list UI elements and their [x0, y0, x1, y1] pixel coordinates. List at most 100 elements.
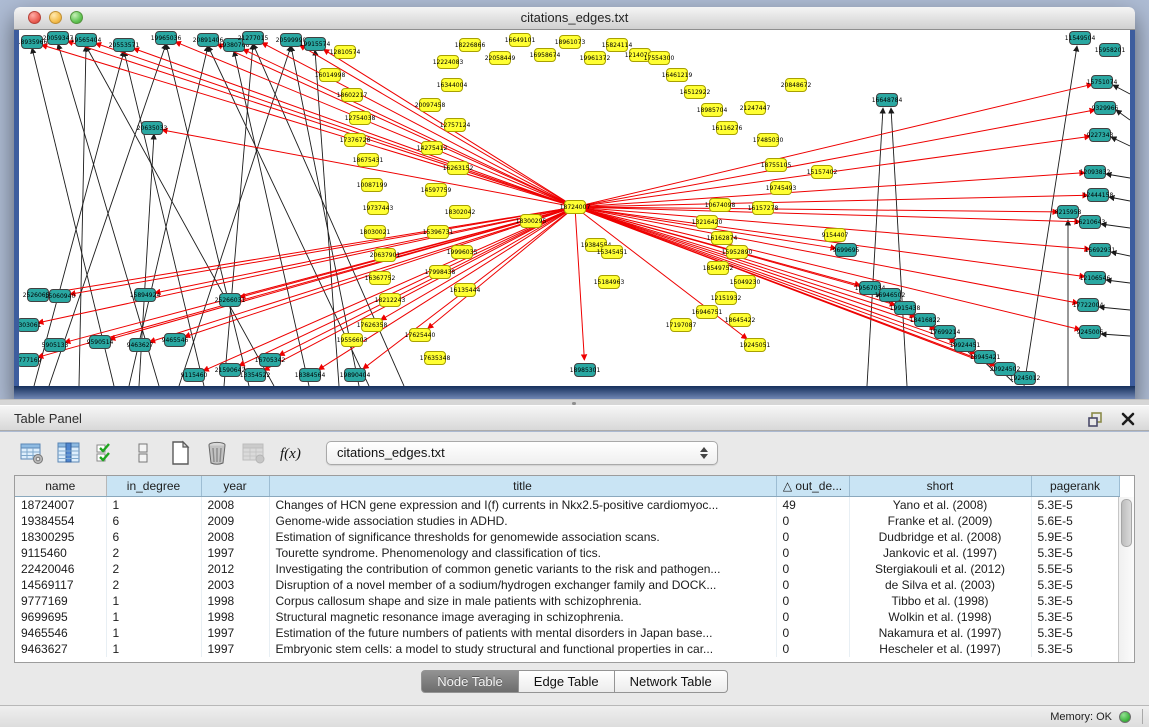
graph-node[interactable]: 11549504	[1065, 32, 1096, 45]
graph-node[interactable]: 12224083	[433, 56, 464, 69]
graph-node[interactable]: 15958201	[1095, 44, 1126, 57]
graph-node[interactable]: 16648784	[872, 94, 903, 107]
table-cell[interactable]: 1	[106, 625, 201, 641]
graph-node[interactable]: 18416822	[910, 314, 941, 327]
graph-node[interactable]: 18985301	[570, 364, 601, 377]
table-cell[interactable]: 5.5E-5	[1031, 561, 1119, 577]
tab-network-table[interactable]: Network Table	[615, 670, 728, 693]
graph-node[interactable]: 9227343	[1087, 129, 1114, 142]
graph-node[interactable]: 16705342	[255, 354, 286, 367]
graph-node[interactable]: 9463627	[127, 339, 154, 352]
table-cell[interactable]: 18300295	[15, 529, 106, 545]
graph-edge[interactable]	[234, 51, 309, 386]
table-cell[interactable]: 1997	[201, 641, 269, 657]
graph-node[interactable]: 17722004	[1073, 299, 1104, 312]
show-columns-button[interactable]	[55, 438, 83, 468]
table-cell[interactable]: Stergiakouli et al. (2012)	[849, 561, 1031, 577]
graph-node[interactable]: 20637901	[370, 249, 401, 262]
graph-node[interactable]: 18602217	[337, 89, 368, 102]
graph-node[interactable]: 15692931	[1085, 244, 1116, 257]
table-cell[interactable]: 5.3E-5	[1031, 577, 1119, 593]
table-cell[interactable]: 9463627	[15, 641, 106, 657]
graph-node[interactable]: 16461219	[662, 69, 693, 82]
table-cell[interactable]: 2008	[201, 497, 269, 514]
table-cell[interactable]: Corpus callosum shape and size in male p…	[269, 593, 776, 609]
table-cell[interactable]: 9777169	[15, 593, 106, 609]
table-cell[interactable]: Genome-wide association studies in ADHD.	[269, 513, 776, 529]
graph-node[interactable]: 12444158	[1083, 189, 1114, 202]
graph-node[interactable]: 15157402	[807, 166, 838, 179]
graph-edge[interactable]	[575, 110, 1095, 207]
delete-column-button[interactable]	[203, 438, 231, 468]
graph-node[interactable]: 18945421	[970, 351, 1001, 364]
table-cell[interactable]: 2	[106, 545, 201, 561]
graph-node[interactable]: 20097458	[415, 99, 446, 112]
graph-edge[interactable]	[264, 207, 575, 370]
table-cell[interactable]: 0	[776, 593, 849, 609]
table-cell[interactable]: 1998	[201, 609, 269, 625]
graph-node[interactable]: 19565404	[71, 34, 102, 47]
column-header-in-degree[interactable]: in_degree	[106, 476, 201, 497]
graph-node[interactable]: 19245012	[1010, 372, 1041, 385]
column-header-short[interactable]: short	[849, 476, 1031, 497]
graph-node[interactable]: 19915574	[300, 38, 331, 51]
table-cell[interactable]: 5.3E-5	[1031, 545, 1119, 561]
graph-node[interactable]: 9154407	[822, 229, 849, 242]
graph-node[interactable]: 12757124	[440, 119, 471, 132]
table-row[interactable]: 1938455462009Genome-wide association stu…	[15, 513, 1119, 529]
table-cell[interactable]: 18724007	[15, 497, 106, 514]
graph-node[interactable]: 15060940	[45, 290, 76, 303]
table-cell[interactable]: Estimation of the future numbers of pati…	[269, 625, 776, 641]
graph-node[interactable]: 12106546	[1080, 272, 1111, 285]
graph-node[interactable]: 10674098	[705, 199, 736, 212]
graph-node[interactable]: 9465546	[162, 334, 189, 347]
graph-edge[interactable]	[1113, 85, 1130, 94]
graph-edge[interactable]	[49, 44, 166, 386]
network-graph[interactable]: 1872400712810574160149981860221712754038…	[19, 30, 1130, 386]
graph-node[interactable]: 17626358	[357, 319, 388, 332]
function-builder-button[interactable]: f(x)	[277, 438, 305, 468]
table-cell[interactable]: Nakamura et al. (1997)	[849, 625, 1031, 641]
graph-node[interactable]: 20553571	[109, 39, 140, 52]
graph-node[interactable]: 18675431	[353, 154, 384, 167]
graph-edge[interactable]	[243, 49, 575, 207]
graph-edge[interactable]	[58, 44, 159, 386]
table-scrollbar-thumb[interactable]	[1121, 499, 1132, 547]
table-settings-button[interactable]	[18, 438, 46, 468]
graph-node[interactable]: 12093832	[1080, 166, 1111, 179]
graph-edge[interactable]	[575, 207, 956, 342]
graph-node[interactable]: 17699214	[930, 326, 961, 339]
graph-edge[interactable]	[262, 43, 575, 207]
table-cell[interactable]: 2012	[201, 561, 269, 577]
table-cell[interactable]: 0	[776, 561, 849, 577]
table-cell[interactable]: 0	[776, 545, 849, 561]
table-cell[interactable]: Estimation of significance thresholds fo…	[269, 529, 776, 545]
graph-edge[interactable]	[38, 207, 575, 323]
graph-node[interactable]: 22058449	[485, 52, 516, 65]
table-row[interactable]: 1830029562008Estimation of significance …	[15, 529, 1119, 545]
minimize-window-button[interactable]	[49, 11, 62, 24]
table-cell[interactable]: 2009	[201, 513, 269, 529]
table-cell[interactable]: 6	[106, 529, 201, 545]
column-header-title[interactable]: title	[269, 476, 776, 497]
graph-edge[interactable]	[1101, 224, 1130, 228]
graph-edge[interactable]	[34, 51, 124, 386]
graph-node[interactable]: 16367752	[365, 272, 396, 285]
table-cell[interactable]: Hescheler et al. (1997)	[849, 641, 1031, 657]
graph-node[interactable]: 18755105	[761, 159, 792, 172]
graph-node[interactable]: 16135444	[450, 284, 481, 297]
graph-node[interactable]: 21247447	[740, 102, 771, 115]
graph-node[interactable]: 9245006	[1077, 326, 1104, 339]
graph-edge[interactable]	[575, 207, 976, 354]
table-cell[interactable]: Changes of HCN gene expression and I(f) …	[269, 497, 776, 514]
graph-node[interactable]: 12810574	[330, 46, 361, 59]
graph-node[interactable]: 16210643	[1075, 216, 1106, 229]
table-cell[interactable]: Tourette syndrome. Phenomenology and cla…	[269, 545, 776, 561]
table-cell[interactable]: Investigating the contribution of common…	[269, 561, 776, 577]
graph-edge[interactable]	[42, 45, 575, 207]
table-cell[interactable]: 0	[776, 577, 849, 593]
table-cell[interactable]: 1	[106, 609, 201, 625]
graph-edge[interactable]	[1111, 137, 1130, 146]
graph-node[interactable]: 9699695	[833, 244, 860, 257]
table-row[interactable]: 2242004622012Investigating the contribut…	[15, 561, 1119, 577]
